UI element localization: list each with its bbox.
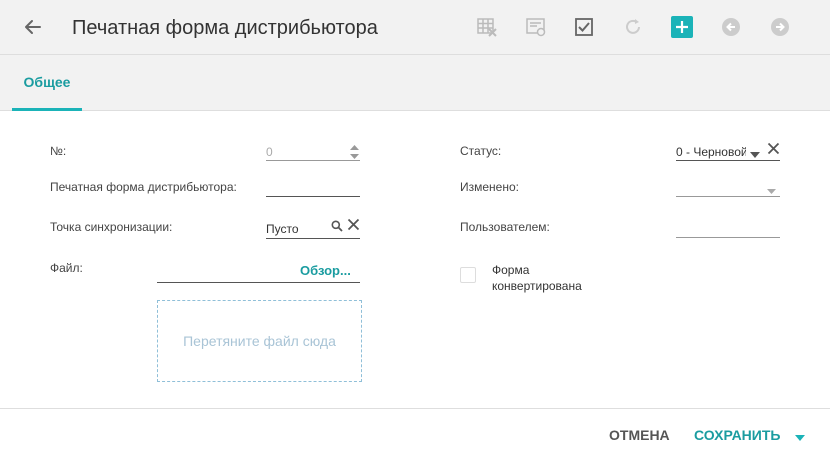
file-dropzone[interactable]: Перетяните файл сюда bbox=[157, 300, 362, 382]
document-view-icon[interactable] bbox=[525, 16, 547, 38]
status-value: 0 - Черновой bbox=[676, 145, 746, 159]
footer-bar: ОТМЕНА СОХРАНИТЬ bbox=[0, 408, 830, 456]
sync-point-label: Точка синхронизации: bbox=[50, 220, 173, 234]
clear-sync-point-icon[interactable] bbox=[347, 218, 360, 236]
number-value: 0 bbox=[266, 145, 273, 159]
print-form-label: Печатная форма дистрибьютора: bbox=[50, 180, 237, 194]
add-icon[interactable] bbox=[671, 16, 693, 38]
header-bar: Печатная форма дистрибьютора bbox=[0, 0, 830, 55]
number-label: №: bbox=[50, 144, 67, 158]
clear-status-icon[interactable] bbox=[767, 142, 780, 160]
changed-dropdown-icon[interactable] bbox=[766, 182, 777, 200]
file-label: Файл: bbox=[50, 261, 83, 275]
number-field[interactable] bbox=[266, 160, 360, 161]
save-options-dropdown-icon[interactable] bbox=[794, 429, 808, 443]
cancel-button[interactable]: ОТМЕНА bbox=[609, 427, 670, 443]
previous-record-icon[interactable] bbox=[720, 16, 742, 38]
back-arrow-icon[interactable] bbox=[22, 16, 44, 38]
number-stepper-icon[interactable] bbox=[349, 144, 360, 165]
sync-point-field[interactable] bbox=[266, 238, 360, 239]
status-dropdown-icon[interactable] bbox=[749, 146, 761, 164]
changed-field[interactable] bbox=[676, 196, 780, 197]
next-record-icon[interactable] bbox=[769, 16, 791, 38]
table-delete-icon[interactable] bbox=[476, 16, 498, 38]
tab-general[interactable]: Общее bbox=[12, 55, 82, 111]
status-label: Статус: bbox=[460, 144, 502, 158]
tab-bar: Общее bbox=[0, 55, 830, 111]
converted-checkbox[interactable] bbox=[460, 267, 476, 283]
dropzone-text: Перетяните файл сюда bbox=[183, 333, 336, 349]
file-field[interactable] bbox=[157, 282, 360, 283]
print-form-field[interactable] bbox=[266, 196, 360, 197]
search-icon[interactable] bbox=[331, 219, 343, 237]
sync-point-value: Пусто bbox=[266, 222, 299, 236]
changed-label: Изменено: bbox=[460, 180, 519, 194]
browse-button[interactable]: Обзор... bbox=[300, 263, 351, 278]
by-user-label: Пользователем: bbox=[460, 220, 550, 234]
page-title: Печатная форма дистрибьютора bbox=[72, 17, 378, 39]
status-field[interactable] bbox=[676, 160, 780, 161]
checkbox-checked-icon[interactable] bbox=[573, 16, 595, 38]
refresh-icon[interactable] bbox=[622, 16, 644, 38]
save-button[interactable]: СОХРАНИТЬ bbox=[694, 427, 780, 443]
converted-label: Форма конвертирована bbox=[492, 263, 582, 293]
by-user-field[interactable] bbox=[676, 237, 780, 238]
